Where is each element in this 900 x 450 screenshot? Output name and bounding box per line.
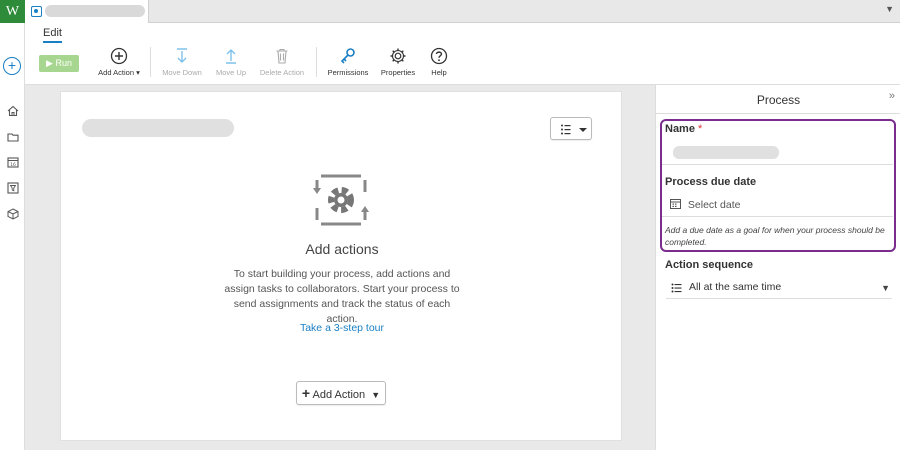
key-icon: [340, 48, 355, 64]
add-circle-icon: [110, 47, 128, 65]
tab-bar: W ▼: [0, 0, 900, 24]
trash-icon: [276, 48, 288, 64]
process-name-placeholder[interactable]: [82, 119, 234, 137]
divider: [662, 164, 893, 165]
move-down-label: Move Down: [162, 68, 202, 77]
plus-icon: +: [301, 385, 311, 401]
properties-panel: Process » Name * Process due date Select …: [655, 85, 900, 450]
required-mark: *: [697, 123, 703, 135]
left-rail: + 16: [0, 23, 25, 450]
calendar-icon: [670, 199, 681, 209]
name-label: Name *: [665, 123, 702, 135]
folder-icon[interactable]: [6, 131, 19, 144]
add-action-button-label: Add Action: [312, 389, 366, 401]
document-tab-title: [45, 5, 145, 17]
add-new-button[interactable]: +: [3, 57, 21, 75]
take-tour-link[interactable]: Take a 3-step tour: [61, 322, 623, 334]
permissions-label: Permissions: [327, 68, 369, 77]
run-label: Run: [55, 58, 72, 68]
help-label: Help: [431, 68, 447, 77]
arrow-up-icon: [226, 49, 236, 64]
filter-icon[interactable]: [6, 182, 19, 195]
process-icon: [31, 6, 42, 17]
action-sequence-value: All at the same time: [689, 281, 782, 293]
delete-action-label: Delete Action: [259, 68, 305, 77]
move-up-label: Move Up: [215, 68, 246, 77]
panel-header: Process »: [656, 85, 900, 114]
app-logo[interactable]: W: [0, 0, 25, 23]
action-sequence-label: Action sequence: [665, 259, 754, 271]
tab-edit[interactable]: Edit: [43, 27, 62, 43]
svg-text:16: 16: [10, 162, 16, 168]
cube-icon[interactable]: [6, 208, 19, 221]
name-label-text: Name: [665, 123, 695, 135]
panel-title: Process: [756, 93, 801, 107]
separator: [150, 47, 151, 77]
delete-action-button[interactable]: Delete Action: [257, 47, 307, 77]
calendar-icon[interactable]: 16: [6, 156, 19, 169]
add-action-button[interactable]: + Add Action ▼: [296, 381, 386, 405]
list-view-icon: [561, 124, 587, 135]
move-up-button[interactable]: Move Up: [212, 47, 250, 77]
divider: [662, 216, 893, 217]
empty-state-title: Add actions: [305, 241, 379, 257]
help-button[interactable]: Help: [425, 47, 453, 77]
play-icon: ▶: [46, 58, 53, 68]
view-options-button[interactable]: [550, 117, 592, 140]
move-down-button[interactable]: Move Down: [161, 47, 203, 77]
add-action-ribbon-button[interactable]: Add Action ▾: [97, 47, 141, 77]
run-button[interactable]: ▶ Run: [39, 55, 79, 72]
chevron-down-icon: ▼: [881, 283, 890, 293]
arrow-down-icon: [177, 48, 187, 63]
ribbon: Edit ▶ Run Add Action ▾ Move Down Move U…: [25, 23, 900, 85]
gear-icon: [390, 48, 406, 64]
help-icon: [430, 47, 448, 65]
document-tab[interactable]: [25, 0, 149, 24]
list-icon: [671, 283, 682, 293]
chevron-down-icon: ▾: [136, 68, 140, 77]
process-gear-icon: [313, 174, 369, 226]
action-sequence-select[interactable]: All at the same time ▼: [666, 281, 892, 299]
properties-label: Properties: [380, 68, 416, 77]
process-card: Add actions To start building your proce…: [60, 91, 622, 441]
name-input[interactable]: [673, 146, 779, 159]
properties-button[interactable]: Properties: [379, 47, 417, 77]
permissions-button[interactable]: Permissions: [325, 47, 371, 77]
add-action-label: Add Action: [98, 68, 134, 77]
collapse-panel-icon[interactable]: »: [889, 90, 895, 102]
tab-menu-caret[interactable]: ▼: [885, 4, 894, 14]
due-date-hint: Add a due date as a goal for when your p…: [665, 225, 885, 247]
due-date-field[interactable]: Select date: [670, 198, 740, 211]
due-date-label: Process due date: [665, 176, 757, 188]
home-icon[interactable]: [6, 105, 19, 118]
chevron-down-icon: ▼: [371, 390, 381, 400]
empty-state-description: To start building your process, add acti…: [224, 268, 460, 325]
due-date-placeholder: Select date: [687, 199, 741, 211]
separator: [316, 47, 317, 77]
